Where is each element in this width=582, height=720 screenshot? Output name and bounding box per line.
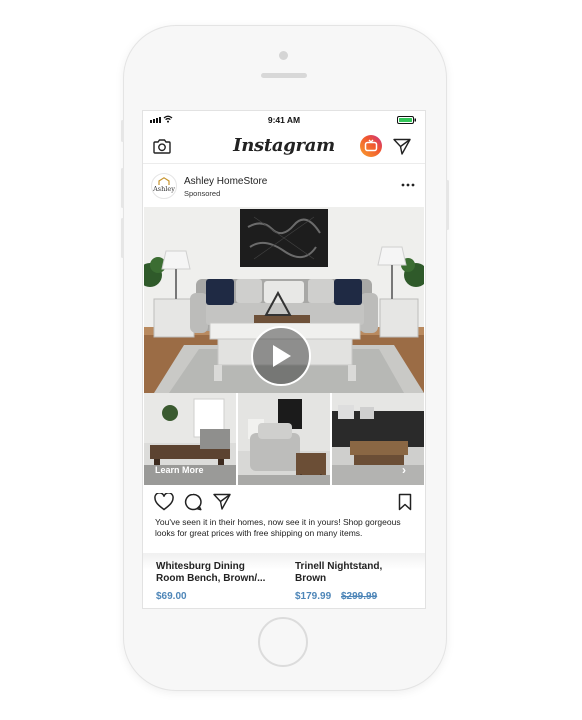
comment-icon[interactable] bbox=[184, 493, 202, 511]
product-thumbnail[interactable] bbox=[332, 393, 424, 485]
product-price: $69.00 bbox=[156, 591, 187, 602]
front-camera bbox=[279, 51, 288, 60]
power-button bbox=[446, 180, 449, 230]
home-button[interactable] bbox=[258, 617, 308, 667]
post-video[interactable] bbox=[144, 207, 424, 393]
product-name-line1[interactable]: Whitesburg Dining bbox=[156, 561, 245, 573]
share-icon[interactable] bbox=[213, 493, 231, 510]
post-header: Ashley Ashley HomeStore Sponsored bbox=[143, 165, 425, 207]
igtv-icon[interactable] bbox=[359, 134, 383, 158]
mute-switch bbox=[121, 120, 124, 142]
brand-avatar-text: Ashley bbox=[153, 185, 175, 193]
phone-screen: 9:41 AM Instagram Ashley Ashley HomeStor… bbox=[142, 110, 426, 609]
earpiece-speaker bbox=[261, 73, 307, 78]
post-caption: You've seen it in their homes, now see i… bbox=[155, 517, 401, 538]
product-name-line2[interactable]: Room Bench, Brown/... bbox=[156, 573, 265, 585]
product-thumbnail[interactable] bbox=[238, 393, 330, 485]
product-name-line1[interactable]: Trinell Nightstand, bbox=[295, 561, 382, 573]
sponsored-label: Sponsored bbox=[184, 189, 221, 198]
bookmark-icon[interactable] bbox=[398, 493, 412, 511]
product-name-line2[interactable]: Brown bbox=[295, 573, 326, 585]
status-time: 9:41 AM bbox=[267, 115, 301, 125]
more-options-icon[interactable] bbox=[401, 182, 415, 188]
play-icon bbox=[273, 345, 291, 367]
bedroom-nightstand-image bbox=[238, 393, 330, 485]
product-carousel: Whitesburg Dining Room Bench, Brown/... … bbox=[143, 553, 425, 608]
chevron-right-icon[interactable]: › bbox=[402, 463, 406, 477]
heart-icon[interactable] bbox=[154, 493, 174, 511]
play-button[interactable] bbox=[251, 326, 311, 386]
product-original-price: $299.99 bbox=[341, 591, 378, 602]
brand-name[interactable]: Ashley HomeStore bbox=[184, 176, 267, 187]
living-room-sectional-image bbox=[332, 393, 424, 485]
status-bar: 9:41 AM bbox=[143, 111, 425, 129]
instagram-header: Instagram bbox=[143, 129, 425, 164]
volume-up-button bbox=[121, 168, 124, 208]
battery-icon bbox=[397, 116, 416, 124]
product-sale-price: $179.99 bbox=[295, 591, 332, 602]
learn-more-link[interactable]: Learn More bbox=[155, 465, 204, 475]
direct-message-icon[interactable] bbox=[392, 136, 412, 156]
brand-avatar[interactable]: Ashley bbox=[151, 173, 177, 199]
volume-down-button bbox=[121, 218, 124, 258]
post-actions bbox=[143, 485, 425, 517]
